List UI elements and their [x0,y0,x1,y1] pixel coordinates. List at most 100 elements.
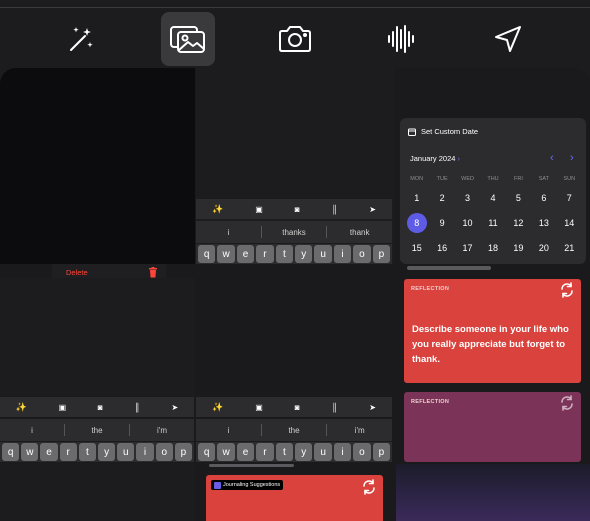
photos-icon[interactable]: ▣ [255,403,263,412]
magic-wand-icon[interactable]: ✨ [16,402,27,413]
prev-month-icon[interactable]: ‹ [550,152,554,164]
calendar-day[interactable]: 18 [480,238,505,263]
magic-wand-icon[interactable]: ✨ [212,204,223,215]
camera-button[interactable] [268,12,322,66]
calendar-day-label: 11 [488,218,498,228]
suggestion-3[interactable]: thank [327,228,392,237]
key-t[interactable]: t [275,245,294,263]
scroll-indicator[interactable] [407,266,491,270]
key-w[interactable]: w [217,245,235,263]
key-e[interactable]: e [236,245,255,263]
calendar-day[interactable]: 1 [404,188,429,213]
photos-button[interactable] [161,12,215,66]
location-arrow-icon[interactable]: ➤ [369,205,376,214]
suggestion-1[interactable]: i [196,426,261,435]
prompt-card[interactable]: REFLECTION [404,392,581,462]
key-i[interactable]: i [333,245,352,263]
prompt-card[interactable]: REFLECTION Describe someone in your life… [404,279,581,383]
calendar-day-label: 19 [513,243,524,253]
refresh-icon[interactable] [559,282,575,298]
suggestion-2[interactable]: the [262,426,327,435]
weekday-label: WED [461,176,474,182]
month-selector[interactable]: January 2024 › [410,154,460,163]
key-u[interactable]: u [314,245,332,263]
calendar-day[interactable]: 20 [531,238,556,263]
magic-wand-icon[interactable]: ✨ [212,402,223,413]
calendar-day[interactable]: 10 [455,213,480,238]
suggestion-1[interactable]: i [0,426,64,435]
calendar-day[interactable]: 15 [404,238,429,263]
camera-icon[interactable]: ◙ [295,205,300,214]
key-e[interactable]: e [236,443,255,461]
calendar-day[interactable]: 13 [531,213,556,238]
suggestion-3[interactable]: i'm [327,426,392,435]
camera-icon[interactable]: ◙ [98,403,103,412]
calendar-day[interactable]: 7 [557,188,582,213]
camera-icon[interactable]: ◙ [295,403,300,412]
key-o[interactable]: o [353,443,371,461]
delete-menu-item[interactable]: Delete [66,268,88,277]
key-q[interactable]: q [198,245,216,263]
key-y[interactable]: y [98,443,116,461]
suggestion-2[interactable]: thanks [262,228,327,237]
key-i[interactable]: i [136,443,154,461]
calendar-day[interactable]: 16 [429,238,454,263]
key-q[interactable]: q [2,443,20,461]
key-t[interactable]: t [78,443,97,461]
calendar-day[interactable]: 3 [455,188,480,213]
calendar-day[interactable]: 19 [506,238,531,263]
location-arrow-icon[interactable]: ➤ [171,403,178,412]
location-arrow-icon[interactable]: ➤ [369,403,376,412]
location-button[interactable] [481,12,535,66]
key-w[interactable]: w [217,443,235,461]
audio-waveform-icon[interactable]: ║ [134,403,140,412]
key-e[interactable]: e [40,443,58,461]
journaling-suggestions-card[interactable]: Journaling Suggestions [206,475,383,521]
key-o[interactable]: o [155,443,173,461]
key-w[interactable]: w [21,443,39,461]
audio-waveform-icon [388,25,414,53]
weekday-label: FRI [513,176,523,182]
key-u[interactable]: u [314,443,332,461]
key-i[interactable]: i [333,443,352,461]
calendar-day[interactable]: 11 [480,213,505,238]
key-r[interactable]: r [256,443,274,461]
calendar-day[interactable]: 2 [429,188,454,213]
calendar-day[interactable]: 4 [480,188,505,213]
suggestion-1[interactable]: i [196,228,261,237]
key-u[interactable]: u [117,443,135,461]
key-p[interactable]: p [174,443,193,461]
magic-wand-button[interactable] [54,12,108,66]
calendar-day[interactable]: 8 [404,213,429,238]
date-picker-header: Set Custom Date [408,127,478,136]
calendar-day[interactable]: 21 [557,238,582,263]
suggestion-3[interactable]: i'm [130,426,194,435]
bottom-sheet: ✨ ▣ ◙ ║ ➤ i thanks thank q w e r t y u i… [0,68,590,521]
key-y[interactable]: y [295,245,313,263]
key-r[interactable]: r [256,245,274,263]
trash-icon[interactable] [148,267,158,278]
calendar-day[interactable]: 12 [506,213,531,238]
audio-button[interactable] [374,12,428,66]
photos-icon[interactable]: ▣ [59,403,67,412]
key-r[interactable]: r [59,443,77,461]
calendar-day[interactable]: 9 [429,213,454,238]
audio-waveform-icon[interactable]: ║ [332,205,338,214]
calendar-day[interactable]: 6 [531,188,556,213]
suggestion-2[interactable]: the [65,426,129,435]
refresh-icon[interactable] [361,479,377,495]
calendar-day[interactable]: 5 [506,188,531,213]
calendar-day[interactable]: 17 [455,238,480,263]
scroll-indicator[interactable] [209,464,294,467]
key-o[interactable]: o [353,245,371,263]
key-y[interactable]: y [295,443,313,461]
key-t[interactable]: t [275,443,294,461]
key-p[interactable]: p [372,443,391,461]
key-q[interactable]: q [198,443,216,461]
audio-waveform-icon[interactable]: ║ [332,403,338,412]
next-month-icon[interactable]: › [570,152,574,164]
calendar-day[interactable]: 14 [557,213,582,238]
photos-icon[interactable]: ▣ [255,205,263,214]
key-p[interactable]: p [372,245,391,263]
refresh-icon[interactable] [559,395,575,411]
